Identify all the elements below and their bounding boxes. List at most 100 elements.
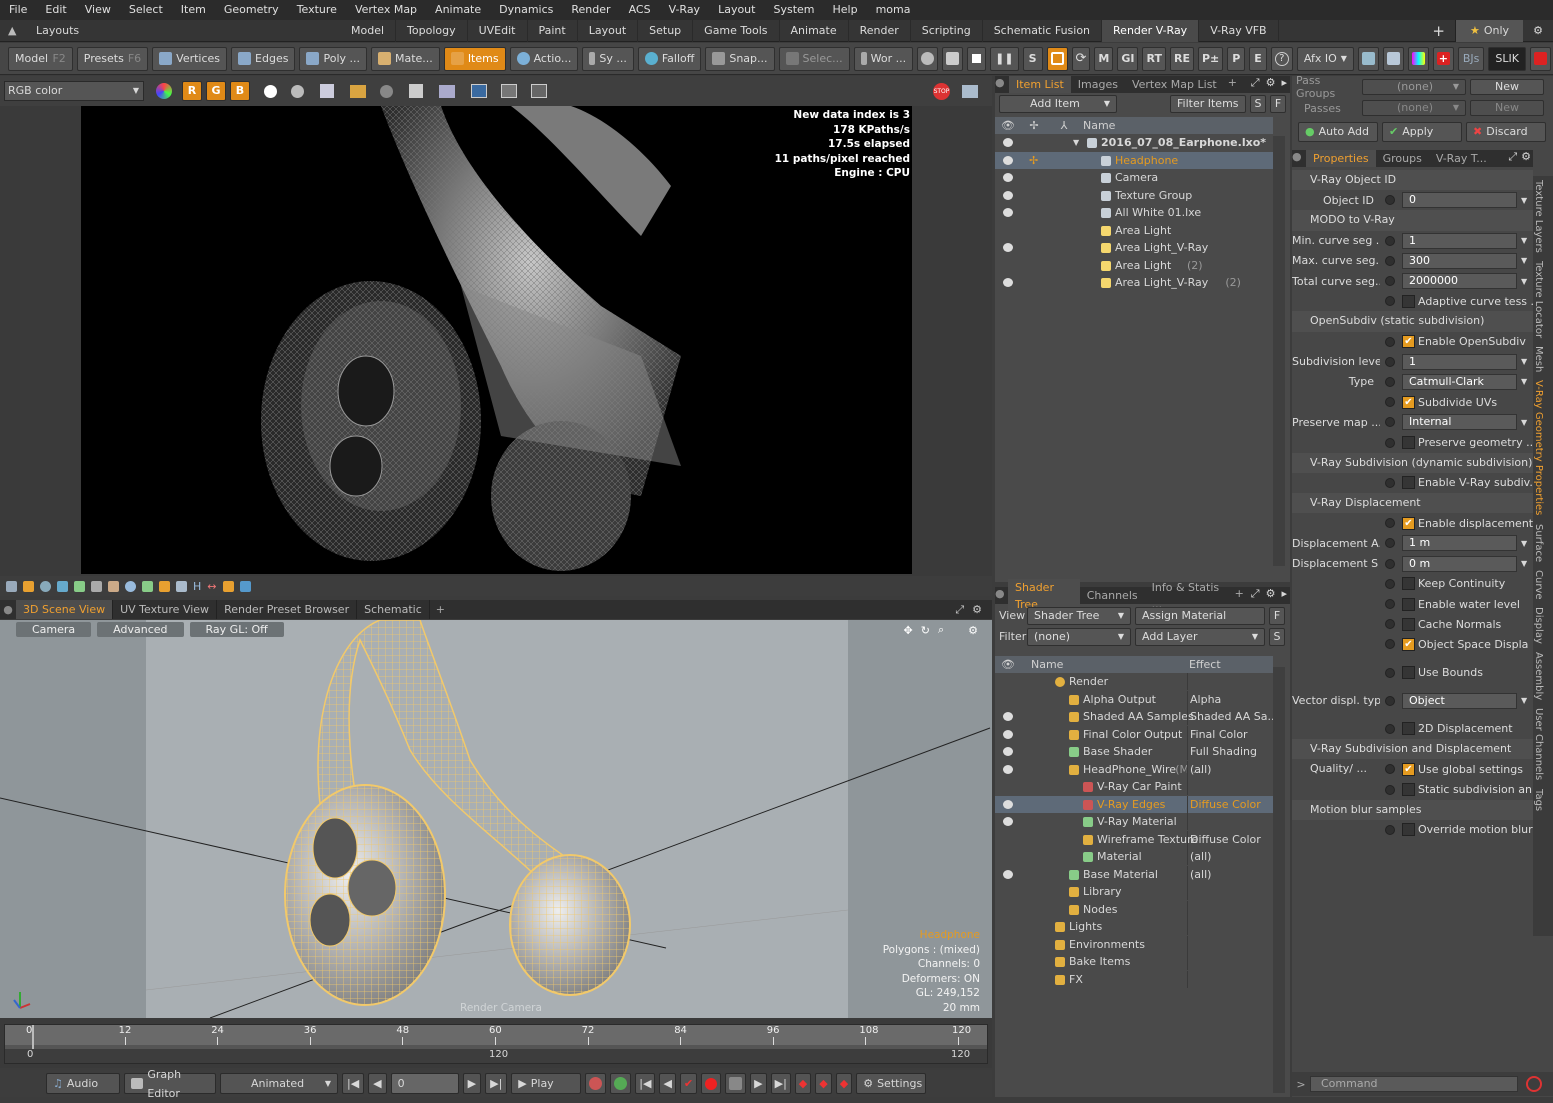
blue-channel-button[interactable]: B [230,81,250,101]
side-tab-user-channels[interactable]: User Channels [1533,704,1544,784]
item-row[interactable]: Camera [995,169,1273,187]
menu-system[interactable]: System [764,0,823,20]
side-tab-texture-locator[interactable]: Texture Locator [1533,257,1544,342]
plus-red-button[interactable]: + [1432,46,1454,71]
layout-tab-setup[interactable]: Setup [638,19,694,42]
visibility-eye-icon[interactable] [1003,712,1013,721]
stop-render-icon[interactable]: STOP [933,82,950,100]
display-icon[interactable] [6,580,17,592]
gang-dot-icon[interactable] [1385,824,1395,835]
layout-tab-paint[interactable]: Paint [528,19,578,42]
f-filter-button[interactable]: F [1270,95,1286,113]
animated-select[interactable]: Animated ▼ [220,1073,338,1094]
item-row[interactable]: ▼ 2016_07_08_Earphone.lxo* [995,134,1273,152]
s-button[interactable]: S [1022,46,1043,71]
gray-circle-icon[interactable] [291,84,304,98]
render-canvas[interactable]: New data index is 3 178 KPaths/s 17.5s ela… [81,106,912,574]
layout-tab-v-ray-vfb[interactable]: V-Ray VFB [1199,19,1279,42]
gang-dot-icon[interactable] [1385,477,1395,488]
folder-icon[interactable] [350,84,366,98]
edges-button[interactable]: Edges [231,46,296,71]
green-channel-button[interactable]: G [206,81,226,101]
add-item-tab-icon[interactable]: + [1224,76,1241,93]
property-checkbox[interactable] [1402,666,1415,680]
shader-row[interactable]: Shaded AA Samples ... Shaded AA Sa... [995,708,1278,726]
gang-dot-icon[interactable] [1385,599,1395,610]
gang-dot-icon[interactable] [1385,723,1395,734]
rt-button[interactable]: RT [1142,46,1166,71]
tab-item-list[interactable]: Item List [1009,76,1071,93]
action-center-button[interactable]: Actio... [509,46,579,71]
tab-properties[interactable]: Properties [1306,150,1376,167]
shader-row[interactable]: Wireframe Texture Diffuse Color [995,830,1273,849]
gang-dot-icon[interactable] [1385,695,1395,706]
layout-tab-layout[interactable]: Layout [578,19,639,42]
property-checkbox[interactable] [1402,823,1415,837]
shader-row[interactable]: Environments [995,935,1273,954]
layout-tab-model[interactable]: Model [340,19,397,42]
lens-effects-icon[interactable] [176,580,187,592]
key-icon-button-2[interactable] [610,1073,632,1094]
section-opensubdiv-static-subdivision[interactable]: OpenSubdiv (static subdivision) [1292,311,1533,332]
shader-row[interactable]: V-Ray Car Paint [995,778,1273,796]
item-list-scrollbar[interactable] [1273,136,1285,566]
menu-help[interactable]: Help [824,0,867,20]
bjs-button[interactable]: BJs [1457,46,1485,71]
property-checkbox[interactable]: ✔ [1402,335,1415,349]
teapot-button[interactable] [917,46,939,71]
tab-channels[interactable]: Channels [1080,587,1145,604]
gear-icon[interactable]: ⚙ [1523,24,1553,37]
m-button[interactable]: M [1094,46,1114,71]
timeline-track[interactable]: 0 12 24 36 48 60 72 84 96 108 120 0 120 120 [4,1024,988,1064]
side-tab-tags[interactable]: Tags [1533,785,1544,815]
items-button[interactable]: Items [443,46,506,71]
channel-select[interactable]: RGB color ▼ [4,81,144,101]
menu-file[interactable]: File [0,0,36,20]
tab-uv-texture-view[interactable]: UV Texture View [113,600,218,619]
frame-input[interactable]: 0 [390,1073,459,1094]
hud-camera-button[interactable]: Camera [16,622,92,637]
property-checkbox[interactable] [1402,294,1415,308]
section-v-ray-object-id[interactable]: V-Ray Object ID [1292,170,1533,191]
menu-dynamics[interactable]: Dynamics [490,0,562,20]
visibility-eye-icon[interactable] [1003,764,1013,774]
menu-acs[interactable]: ACS [620,0,660,20]
tab-groups[interactable]: Groups [1376,150,1429,167]
shader-row[interactable]: Base Shader Full Shading [995,743,1273,761]
property-value-field[interactable]: 2000000 [1402,273,1517,290]
property-checkbox[interactable]: ✔ [1402,516,1415,530]
rotate-view-icon[interactable]: ↻ [921,624,930,637]
command-input[interactable]: Command [1310,1076,1518,1092]
shader-filter-select[interactable]: (none) ▼ [1027,627,1131,646]
chevron-down-icon[interactable]: ▼ [1521,256,1527,265]
menu-vertex-map[interactable]: Vertex Map [346,0,426,20]
property-checkbox[interactable]: ✔ [1402,637,1415,651]
rgb-icon[interactable] [156,83,172,99]
gang-dot-icon[interactable] [1385,376,1395,387]
tab-schematic[interactable]: Schematic [357,600,430,619]
snapping-button[interactable]: Snap... [705,46,775,71]
item-row[interactable]: Area Light (2) [995,257,1273,275]
gang-dot-icon[interactable] [1385,397,1395,408]
item-row[interactable]: Area Light [995,222,1273,240]
hud-advanced-button[interactable]: Advanced [97,622,184,637]
pt-button[interactable]: P± [1197,46,1224,71]
shader-row[interactable]: Base Material (all) [995,865,1273,884]
property-value-field[interactable]: 0 [1402,192,1517,209]
lens-icon[interactable] [531,84,547,98]
tab-render-preset-browser[interactable]: Render Preset Browser [217,600,358,619]
next-key-button[interactable]: ▶ [750,1073,767,1094]
slik-button[interactable]: SLIK [1488,46,1526,71]
prev-frame-button[interactable]: ◀ [368,1073,387,1094]
gang-dot-icon[interactable] [1385,518,1395,529]
item-lock-icon[interactable]: ✢ [1029,152,1038,170]
last-frame-button[interactable]: ▶| [485,1073,508,1094]
menu-geometry[interactable]: Geometry [215,0,288,20]
color-wheel-button[interactable] [1407,46,1429,71]
property-value-field[interactable]: 1 [1402,232,1517,249]
property-value-field[interactable]: Internal [1402,414,1517,431]
filter-items-button[interactable]: Filter Items [1170,95,1246,113]
key-icon-button-1[interactable] [585,1073,607,1094]
shader-row[interactable]: Nodes [995,900,1273,919]
item-list-arrow-icon[interactable]: ▸ [1278,76,1290,93]
